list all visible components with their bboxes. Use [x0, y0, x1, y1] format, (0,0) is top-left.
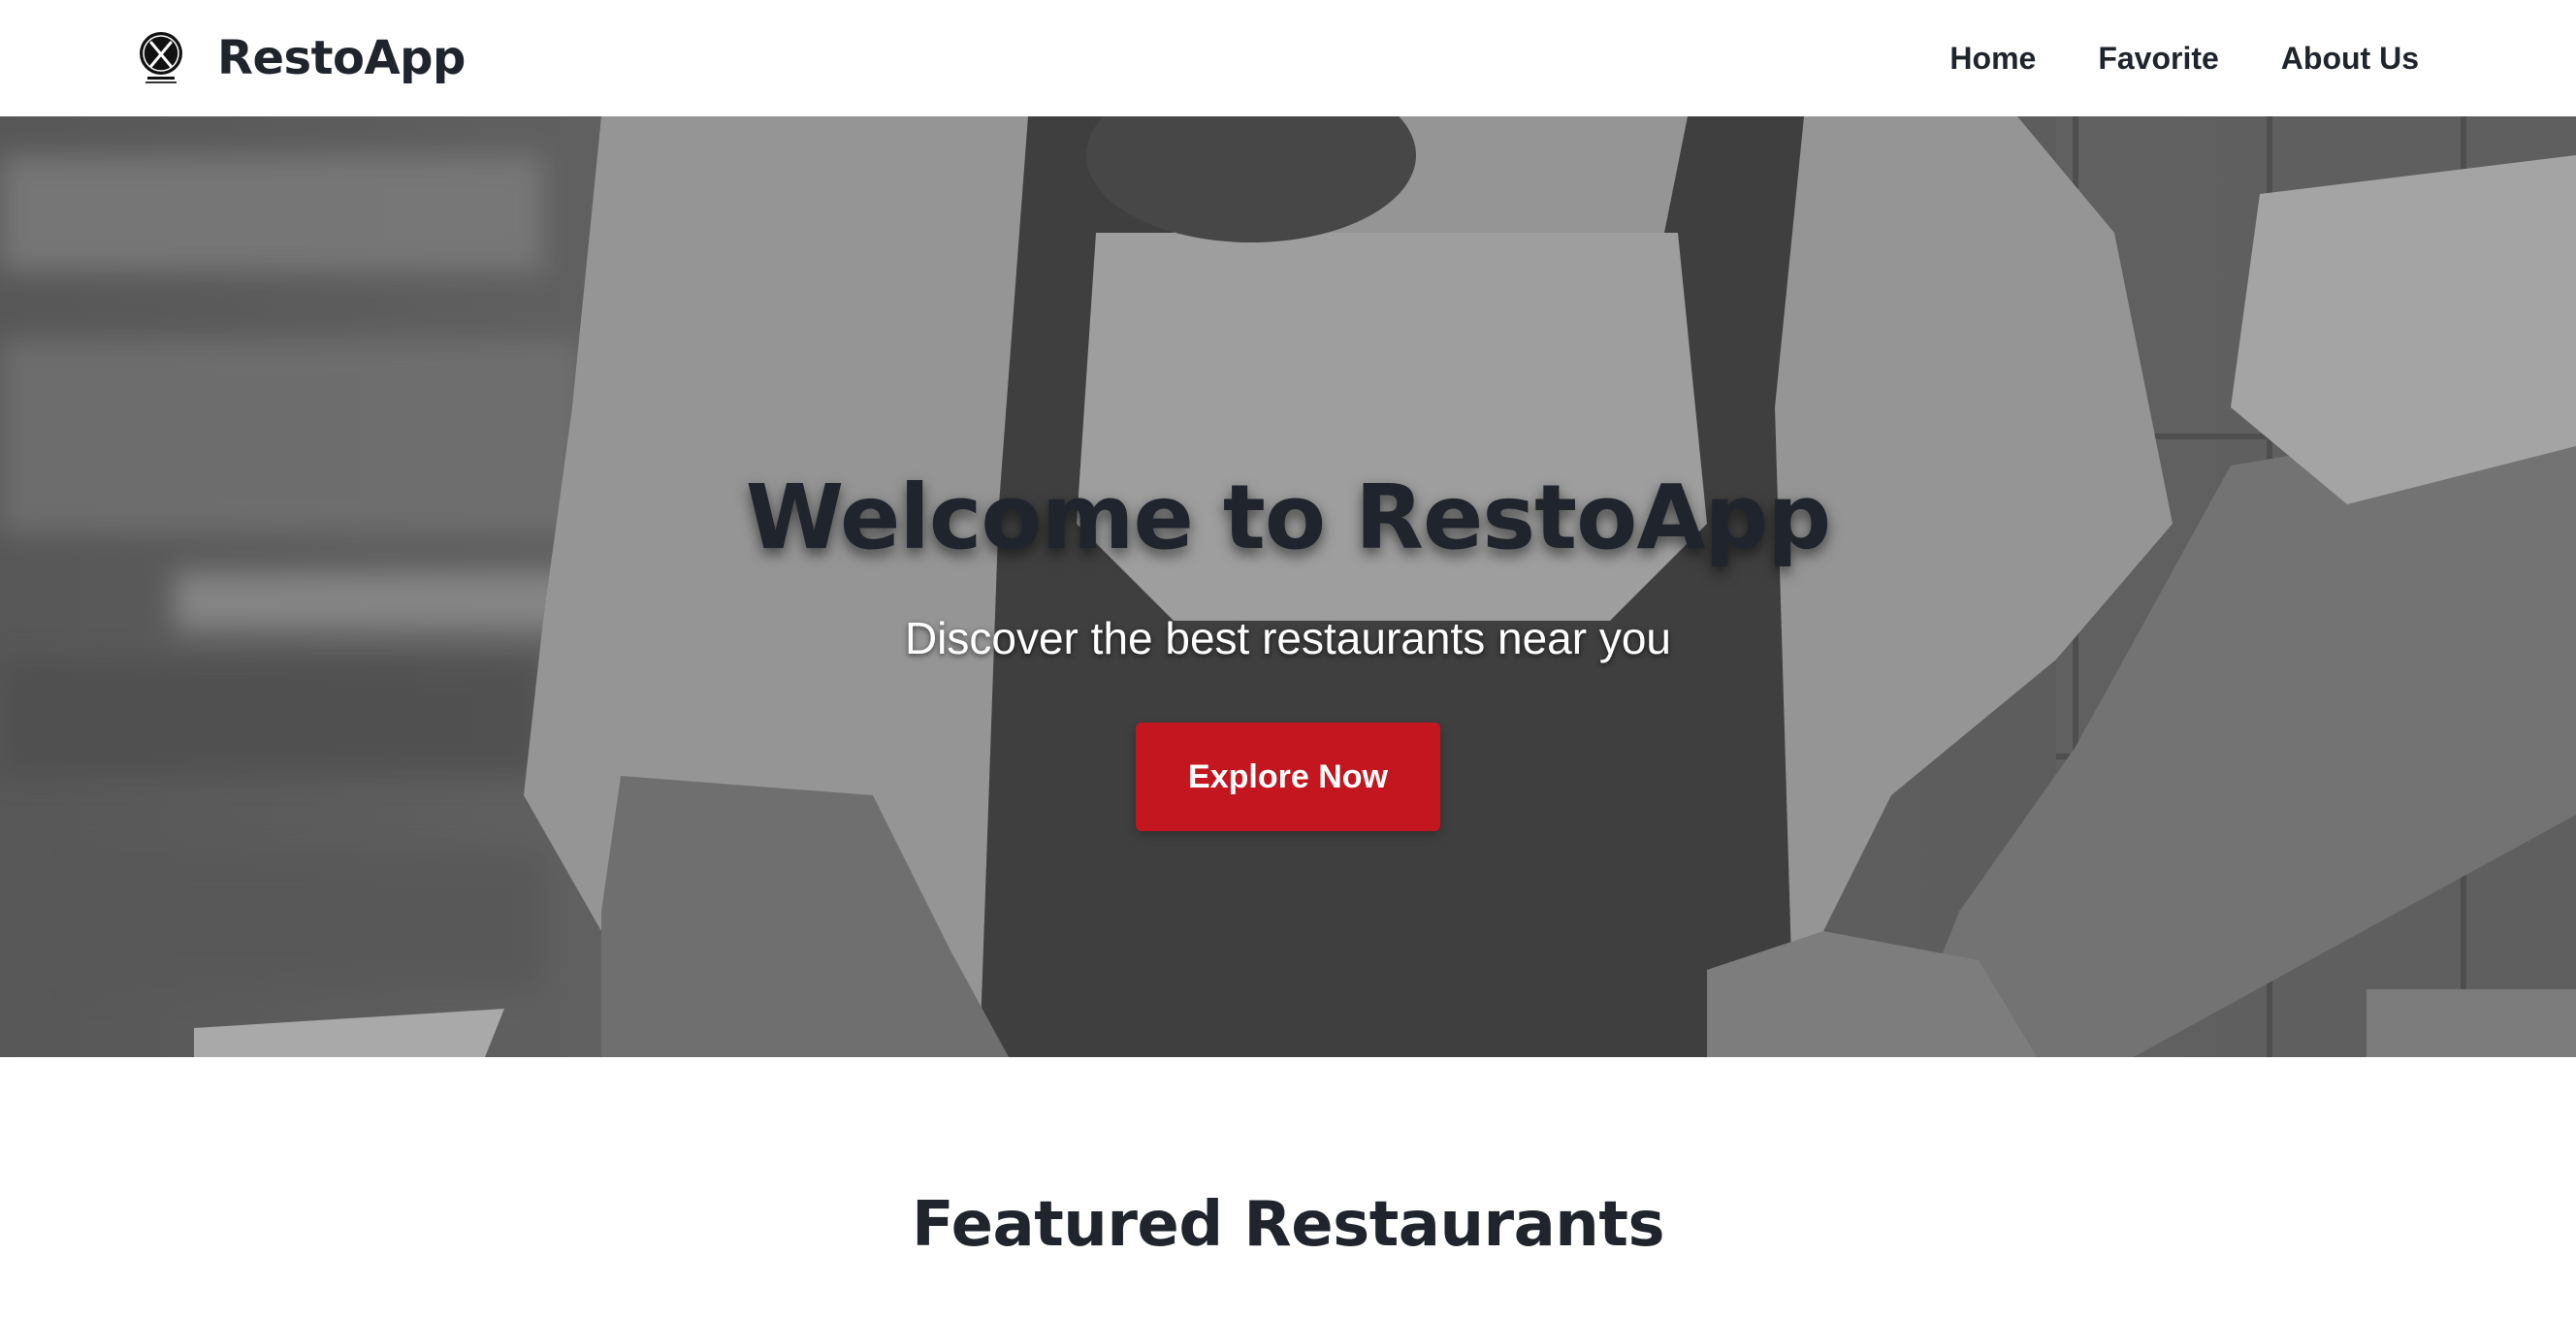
brand-name: RestoApp	[217, 31, 466, 85]
hero-section: Welcome to RestoApp Discover the best re…	[0, 116, 2576, 1057]
featured-title: Featured Restaurants	[911, 1189, 1665, 1261]
brand[interactable]: RestoApp	[136, 30, 466, 86]
hero-content: Welcome to RestoApp Discover the best re…	[0, 116, 2576, 1057]
featured-section: Featured Restaurants	[0, 1057, 2576, 1319]
nav-link-home[interactable]: Home	[1949, 41, 2036, 76]
navbar: RestoApp Home Favorite About Us	[0, 0, 2576, 116]
restaurant-logo-icon	[140, 32, 182, 83]
hero-title: Welcome to RestoApp	[745, 466, 1831, 569]
nav-links: Home Favorite About Us	[1949, 41, 2419, 77]
explore-now-button[interactable]: Explore Now	[1136, 723, 1440, 831]
hero-subtitle: Discover the best restaurants near you	[904, 613, 1672, 663]
nav-link-about-us[interactable]: About Us	[2281, 41, 2419, 76]
nav-link-favorite[interactable]: Favorite	[2098, 41, 2218, 76]
